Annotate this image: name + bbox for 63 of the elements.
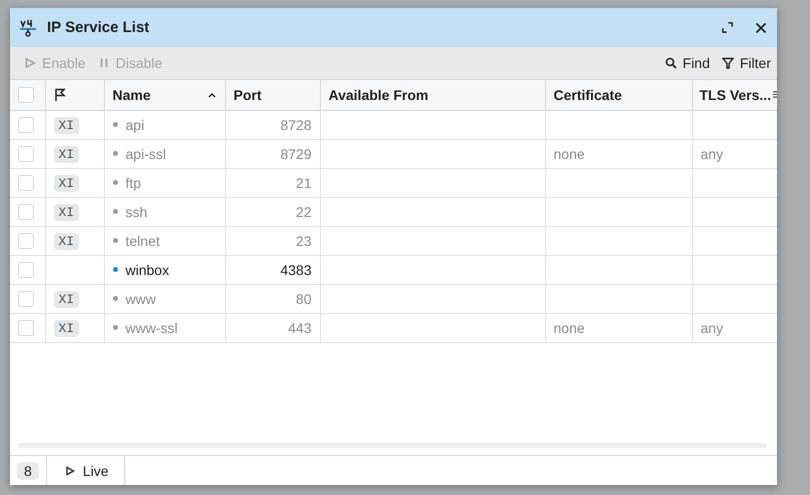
status-dot (112, 180, 118, 185)
close-icon[interactable] (755, 22, 767, 34)
filter-icon (722, 57, 734, 69)
pause-icon (98, 57, 110, 69)
status-dot (112, 296, 118, 301)
maximize-icon[interactable] (722, 22, 733, 33)
port-number: 80 (296, 290, 312, 306)
flag-badge: XI (54, 320, 80, 336)
port-number: 443 (288, 320, 312, 336)
service-name: ssh (126, 204, 148, 220)
flag-badge: XI (54, 146, 80, 162)
table-row[interactable]: winbox 4383 (10, 255, 777, 284)
column-header[interactable]: TLS Vers... (692, 80, 777, 110)
status-dot (112, 209, 118, 214)
filter-button[interactable]: Filter (716, 49, 777, 77)
column-title: Certificate (554, 86, 622, 103)
port-number: 8728 (280, 116, 312, 132)
column-title: Available From (328, 86, 428, 103)
port-number: 22 (296, 204, 312, 220)
column-header[interactable]: Available From (320, 80, 545, 110)
certificate-text: none (554, 146, 585, 162)
select-all-checkbox[interactable] (18, 86, 34, 103)
status-dot (112, 151, 118, 156)
column-header[interactable]: Certificate (545, 80, 692, 110)
row-checkbox[interactable] (18, 262, 34, 278)
column-title: Name (112, 86, 151, 103)
port-number: 23 (296, 232, 312, 248)
network-icon (19, 18, 39, 38)
status-dot (112, 267, 118, 272)
service-name: api-ssl (126, 146, 166, 162)
port-number: 21 (296, 174, 312, 190)
sort-icon (206, 92, 216, 98)
flag-badge: XI (54, 290, 80, 308)
window-title: IP Service List (47, 19, 150, 36)
service-name: telnet (126, 232, 160, 248)
play-icon (64, 466, 75, 476)
port-number: 8729 (280, 146, 312, 162)
item-count: 8 (17, 462, 39, 480)
column-title: TLS Vers... (700, 86, 772, 103)
tls-version-text: any (700, 146, 724, 162)
certificate-text: none (554, 320, 585, 336)
flag-icon (54, 88, 66, 102)
find-button[interactable]: Find (658, 49, 716, 77)
flag-badge: XI (54, 174, 80, 192)
column-header[interactable]: Port (225, 80, 320, 110)
flag-badge: XI (54, 204, 80, 220)
column-header[interactable]: Name (104, 80, 225, 110)
status-dot (112, 122, 118, 127)
service-name: winbox (126, 262, 170, 278)
service-name: api (126, 116, 144, 132)
status-dot (112, 325, 118, 330)
service-name: www-ssl (126, 320, 178, 336)
search-icon (664, 57, 677, 69)
flag-badge: XI (54, 116, 80, 134)
flag-badge: XI (54, 232, 80, 250)
tls-version-text: any (700, 320, 724, 336)
live-button[interactable]: Live (46, 456, 126, 485)
service-name: ftp (126, 174, 142, 190)
play-icon (24, 57, 36, 69)
service-name: www (126, 290, 156, 306)
status-dot (112, 238, 118, 243)
port-number: 4383 (280, 262, 312, 278)
column-title: Port (234, 86, 262, 103)
